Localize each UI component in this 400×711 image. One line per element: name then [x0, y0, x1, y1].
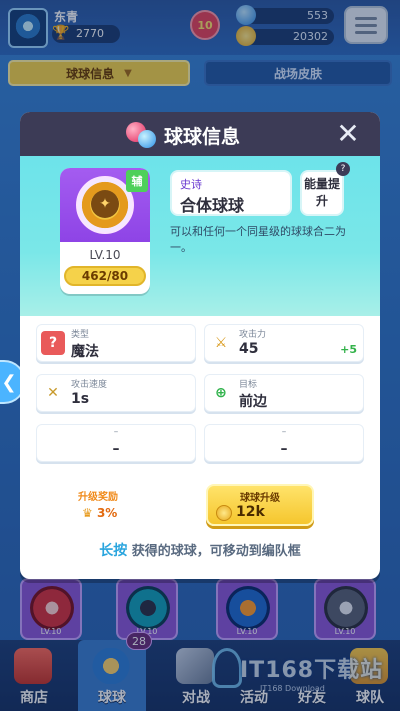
stat-value: –	[280, 441, 288, 457]
ball-rarity: 史诗	[180, 178, 202, 191]
stat-value: 魔法	[71, 344, 99, 360]
sword-icon: ⚔	[214, 335, 228, 351]
stat-empty: – –	[204, 424, 364, 462]
stat-attack: ⚔ 攻击力 45 +5	[204, 324, 364, 362]
stat-value: 1s	[71, 391, 90, 407]
ball-role-tag: 辅	[126, 170, 148, 192]
stat-value: 45	[239, 341, 259, 357]
crown-icon: ♛	[82, 506, 93, 520]
stat-bonus: +5	[340, 343, 357, 356]
ball-description: 可以和任何一个同星级的球球合二为一。	[170, 225, 346, 254]
upgrade-reward-label: 升级奖励	[78, 492, 118, 503]
upgrade-button-label: 球球升级	[240, 493, 280, 504]
ball-hero-panel: ✦ 辅 LV.10 462/80 史诗 合体球球 能量提升 ? 可以和任何一个同…	[20, 156, 380, 316]
stat-attack-speed: ✕ 攻击速度 1s	[36, 374, 196, 412]
crossed-swords-icon: ✕	[47, 385, 59, 401]
stat-value: –	[112, 441, 120, 457]
stat-label: 攻击速度	[71, 380, 108, 390]
chevron-left-icon: ❮	[1, 371, 17, 393]
stat-value: 前边	[239, 394, 267, 410]
stat-empty: – –	[36, 424, 196, 462]
close-button[interactable]: ✕	[332, 118, 364, 150]
target-icon: ⊕	[215, 385, 227, 401]
modal-title: 球球信息	[164, 126, 241, 148]
hint-rest: 获得的球球，可移动到编队框	[131, 544, 301, 559]
stat-label: 攻击力	[239, 330, 267, 340]
ball-info-modal: 球球信息 ✕ ✦ 辅 LV.10 462/80 史诗 合体球球 能量提升 ? 可…	[20, 112, 380, 579]
ball-name: 合体球球	[180, 196, 245, 215]
ball-name-box: 史诗 合体球球	[170, 170, 292, 216]
ball-xp-bar: 462/80	[64, 266, 146, 286]
help-icon[interactable]: ?	[336, 162, 350, 176]
power-up-label: 能量提升	[303, 177, 340, 208]
modal-header: 球球信息 ✕	[20, 112, 380, 156]
stat-type: ? 类型 魔法	[36, 324, 196, 362]
upgrade-reward-value: 3%	[96, 506, 118, 520]
power-up-button[interactable]: 能量提升	[300, 170, 344, 216]
stat-label: –	[113, 427, 119, 437]
ball-face-icon: ✦	[91, 190, 119, 218]
stat-target: ⊕ 目标 前边	[204, 374, 364, 412]
stat-label: –	[281, 427, 287, 437]
ball-portrait-card: ✦ 辅 LV.10 462/80	[60, 168, 150, 294]
stat-label: 目标	[239, 380, 258, 390]
upgrade-reward: ♛ 3%	[82, 506, 117, 520]
upgrade-cost: 12k	[236, 504, 265, 520]
balls-icon	[126, 122, 156, 148]
hint-highlight: 长按	[99, 543, 128, 559]
upgrade-ball-button[interactable]: 球球升级 12k	[206, 484, 314, 526]
coin-icon	[216, 505, 232, 521]
stat-label: 类型	[71, 330, 90, 340]
question-icon: ?	[41, 331, 65, 355]
hint-text: 长按 获得的球球，可移动到编队框	[20, 540, 380, 560]
ball-level: LV.10	[89, 248, 121, 262]
